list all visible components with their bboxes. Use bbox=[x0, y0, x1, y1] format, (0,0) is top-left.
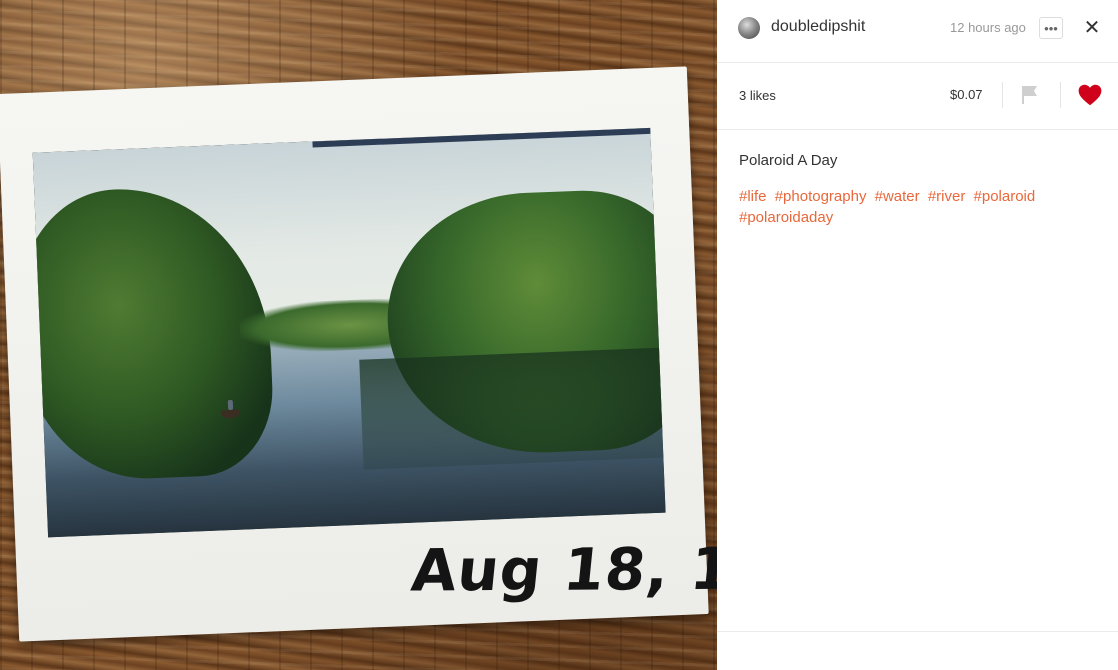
likes-count[interactable]: 3 likes bbox=[739, 88, 776, 103]
ellipsis-icon: ••• bbox=[1044, 20, 1058, 36]
divider bbox=[1060, 82, 1061, 108]
tag-link[interactable]: #river bbox=[928, 188, 966, 205]
close-icon: ✕ bbox=[1083, 16, 1101, 39]
post-image: Aug 18, 18 bbox=[0, 0, 717, 670]
more-options-button[interactable]: ••• bbox=[1039, 17, 1063, 39]
post-meta-bar: 3 likes $0.07 bbox=[717, 62, 1118, 130]
post-title: Polaroid A Day bbox=[739, 152, 838, 169]
post-header: doubledipshit 12 hours ago ••• ✕ bbox=[717, 0, 1118, 63]
tag-link[interactable]: #water bbox=[875, 188, 920, 205]
polaroid-frame: Aug 18, 18 bbox=[0, 66, 717, 642]
tag-link[interactable]: #photography bbox=[775, 188, 867, 205]
tag-link[interactable]: #polaroidaday bbox=[739, 209, 833, 226]
divider bbox=[717, 631, 1118, 632]
post-timestamp: 12 hours ago bbox=[950, 20, 1026, 35]
payout-value[interactable]: $0.07 bbox=[950, 87, 983, 102]
post-body: Polaroid A Day #life #photography #water… bbox=[739, 152, 1099, 228]
like-button[interactable] bbox=[1077, 82, 1103, 108]
avatar[interactable] bbox=[738, 17, 760, 39]
handwritten-date: Aug 18, 18 bbox=[408, 534, 717, 605]
divider bbox=[1002, 82, 1003, 108]
flag-button[interactable] bbox=[1019, 83, 1041, 107]
username-link[interactable]: doubledipshit bbox=[771, 18, 865, 36]
close-button[interactable]: ✕ bbox=[1081, 16, 1103, 39]
post-details-panel: doubledipshit 12 hours ago ••• ✕ 3 likes… bbox=[717, 0, 1118, 670]
tag-link[interactable]: #life bbox=[739, 188, 767, 205]
flag-icon bbox=[1022, 86, 1037, 104]
tag-list: #life #photography #water #river #polaro… bbox=[739, 186, 1099, 228]
tag-link[interactable]: #polaroid bbox=[974, 188, 1036, 205]
river-photo bbox=[32, 127, 666, 538]
heart-icon bbox=[1078, 84, 1102, 106]
